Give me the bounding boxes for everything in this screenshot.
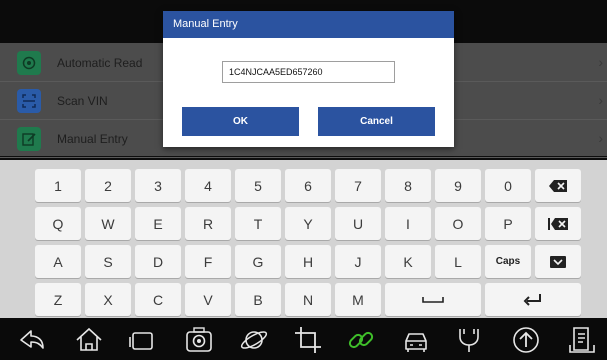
link-icon[interactable] xyxy=(345,324,377,356)
menu-item-label: Manual Entry xyxy=(57,132,128,146)
camera-icon[interactable] xyxy=(183,324,215,356)
home-icon[interactable] xyxy=(73,324,105,356)
key-a[interactable]: A xyxy=(35,245,81,278)
key-2[interactable]: 2 xyxy=(85,169,131,202)
key-x[interactable]: X xyxy=(85,283,131,316)
hide-keyboard-icon xyxy=(550,255,566,268)
browser-icon[interactable] xyxy=(238,324,270,356)
chevron-right-icon: › xyxy=(598,92,603,108)
key-v[interactable]: V xyxy=(185,283,231,316)
on-screen-keyboard: 1 2 3 4 5 6 7 8 9 0 Q W E R T Y U I O P … xyxy=(0,160,607,318)
key-4[interactable]: 4 xyxy=(185,169,231,202)
chevron-right-icon: › xyxy=(598,130,603,146)
key-1[interactable]: 1 xyxy=(35,169,81,202)
recent-apps-icon[interactable] xyxy=(126,324,158,356)
auto-read-icon xyxy=(17,51,41,75)
key-8[interactable]: 8 xyxy=(385,169,431,202)
key-0[interactable]: 0 xyxy=(485,169,531,202)
key-7[interactable]: 7 xyxy=(335,169,381,202)
bottom-navigation-bar xyxy=(0,318,607,360)
space-key[interactable] xyxy=(385,283,481,316)
key-b[interactable]: B xyxy=(235,283,281,316)
key-d[interactable]: D xyxy=(135,245,181,278)
key-j[interactable]: J xyxy=(335,245,381,278)
hide-keyboard-key[interactable] xyxy=(535,245,581,278)
delete-to-start-key[interactable] xyxy=(535,207,581,240)
key-c[interactable]: C xyxy=(135,283,181,316)
key-u[interactable]: U xyxy=(335,207,381,240)
key-h[interactable]: H xyxy=(285,245,331,278)
key-6[interactable]: 6 xyxy=(285,169,331,202)
key-s[interactable]: S xyxy=(85,245,131,278)
edit-icon xyxy=(17,127,41,151)
key-t[interactable]: T xyxy=(235,207,281,240)
menu-item-label: Automatic Read xyxy=(57,56,143,70)
chevron-right-icon: › xyxy=(598,54,603,70)
key-l[interactable]: L xyxy=(435,245,481,278)
backspace-key[interactable] xyxy=(535,169,581,202)
key-f[interactable]: F xyxy=(185,245,231,278)
vci-icon[interactable] xyxy=(453,324,485,356)
key-z[interactable]: Z xyxy=(35,283,81,316)
car-icon[interactable] xyxy=(400,324,432,356)
scan-icon xyxy=(17,89,41,113)
key-5[interactable]: 5 xyxy=(235,169,281,202)
key-p[interactable]: P xyxy=(485,207,531,240)
delete-left-icon xyxy=(548,217,568,230)
key-r[interactable]: R xyxy=(185,207,231,240)
key-m[interactable]: M xyxy=(335,283,381,316)
key-g[interactable]: G xyxy=(235,245,281,278)
key-3[interactable]: 3 xyxy=(135,169,181,202)
manual-entry-dialog: Manual Entry OK Cancel xyxy=(163,11,454,147)
key-i[interactable]: I xyxy=(385,207,431,240)
key-e[interactable]: E xyxy=(135,207,181,240)
ok-button[interactable]: OK xyxy=(182,107,299,136)
menu-item-label: Scan VIN xyxy=(57,94,108,108)
crop-icon[interactable] xyxy=(292,324,324,356)
vin-input[interactable] xyxy=(222,61,395,83)
back-icon[interactable] xyxy=(16,324,48,356)
key-w[interactable]: W xyxy=(85,207,131,240)
space-icon xyxy=(422,296,444,303)
key-9[interactable]: 9 xyxy=(435,169,481,202)
key-n[interactable]: N xyxy=(285,283,331,316)
dialog-title: Manual Entry xyxy=(163,11,454,38)
report-icon[interactable] xyxy=(566,324,598,356)
key-o[interactable]: O xyxy=(435,207,481,240)
cancel-button[interactable]: Cancel xyxy=(318,107,435,136)
backspace-icon xyxy=(549,179,567,192)
key-q[interactable]: Q xyxy=(35,207,81,240)
upload-icon[interactable] xyxy=(510,324,542,356)
caps-key[interactable]: Caps xyxy=(485,245,531,278)
key-y[interactable]: Y xyxy=(285,207,331,240)
enter-icon xyxy=(523,293,541,306)
key-k[interactable]: K xyxy=(385,245,431,278)
enter-key[interactable] xyxy=(485,283,581,316)
